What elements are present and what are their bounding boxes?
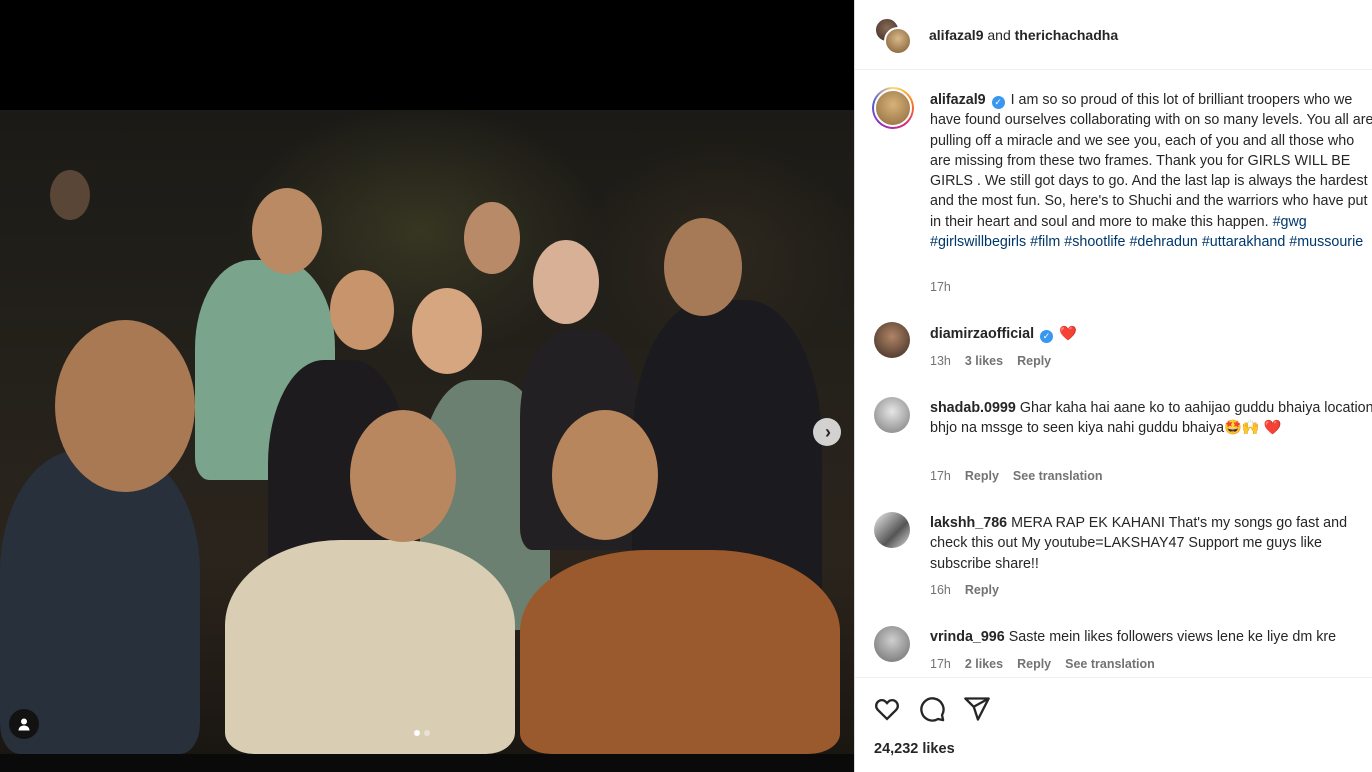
comment-likes[interactable]: 3 likes — [965, 354, 1003, 368]
comment-username[interactable]: lakshh_786 — [930, 515, 1007, 531]
reply-button[interactable]: Reply — [965, 583, 999, 597]
comment-username[interactable]: shadab.0999 — [930, 400, 1016, 416]
comment-meta: 17h Reply See translation — [930, 469, 1103, 483]
photo-person — [0, 450, 200, 754]
comment-text: diamirzaofficial ✓ ❤️ — [930, 324, 1372, 344]
collab-avatars[interactable] — [874, 17, 914, 57]
photo-face — [464, 202, 520, 274]
author-link[interactable]: alifazal9 — [929, 27, 983, 43]
comment-icon[interactable] — [918, 695, 946, 723]
avatar[interactable] — [874, 626, 910, 662]
next-slide-button[interactable]: › — [813, 418, 841, 446]
comment-time[interactable]: 17h — [930, 657, 951, 671]
reply-button[interactable]: Reply — [1017, 657, 1051, 671]
comment-text: vrinda_996 Saste mein likes followers vi… — [930, 627, 1372, 647]
chevron-right-icon: › — [825, 422, 831, 442]
see-translation-button[interactable]: See translation — [1013, 469, 1103, 483]
reply-button[interactable]: Reply — [965, 469, 999, 483]
comment-time[interactable]: 13h — [930, 354, 951, 368]
photo-face — [330, 270, 394, 350]
post-actions — [855, 677, 1372, 772]
photo-face — [552, 410, 658, 540]
photo-face — [664, 218, 742, 316]
author-link[interactable]: therichachadha — [1015, 27, 1118, 43]
comment-meta: 17h 2 likes Reply See translation — [930, 657, 1155, 671]
post-authors: alifazal9 and therichachadha — [929, 27, 1118, 43]
media-letterbox-bottom — [0, 754, 854, 772]
carousel-dot-active — [414, 730, 420, 736]
comment-meta: 13h 3 likes Reply — [930, 354, 1051, 368]
caption-body: I am so so proud of this lot of brillian… — [930, 92, 1372, 230]
post-media: › — [0, 0, 854, 772]
comment-username[interactable]: vrinda_996 — [930, 629, 1005, 645]
share-icon[interactable] — [963, 695, 991, 723]
photo-person — [520, 550, 840, 754]
comment-meta: 16h Reply — [930, 583, 999, 597]
author-joiner: and — [987, 27, 1011, 43]
reply-button[interactable]: Reply — [1017, 354, 1051, 368]
caption-text-block: alifazal9 ✓ I am so so proud of this lot… — [930, 90, 1372, 252]
hashtag[interactable]: #uttarakhand — [1202, 234, 1285, 250]
hashtag[interactable]: #shootlife — [1064, 234, 1125, 250]
photo-face — [533, 240, 599, 324]
hashtag[interactable]: #mussourie — [1289, 234, 1363, 250]
carousel-indicator — [414, 730, 430, 736]
hashtag[interactable]: #dehradun — [1129, 234, 1197, 250]
comment-likes[interactable]: 2 likes — [965, 657, 1003, 671]
comment-time[interactable]: 17h — [930, 469, 951, 483]
tagged-users-button[interactable] — [9, 709, 39, 739]
comment-text: lakshh_786 MERA RAP EK KAHANI That's my … — [930, 513, 1372, 574]
avatar — [884, 27, 912, 55]
comment-text: shadab.0999 Ghar kaha hai aane ko to aah… — [930, 398, 1372, 439]
heart-icon[interactable] — [873, 695, 901, 723]
hashtag[interactable]: #gwg — [1273, 214, 1307, 230]
avatar[interactable] — [874, 397, 910, 433]
comment-username[interactable]: diamirzaofficial — [930, 326, 1034, 342]
photo-face — [252, 188, 322, 274]
hashtag[interactable]: #film — [1030, 234, 1060, 250]
comment-time[interactable]: 16h — [930, 583, 951, 597]
avatar[interactable] — [872, 87, 914, 129]
comment-body: Saste mein likes followers views lene ke… — [1008, 629, 1337, 645]
photo-person — [225, 540, 515, 754]
post-side-panel: alifazal9 and therichachadha alifazal9 ✓… — [854, 0, 1372, 772]
carousel-dot — [424, 730, 430, 736]
photo-face — [50, 170, 90, 220]
hashtag[interactable]: #girlswillbegirls — [930, 234, 1026, 250]
avatar[interactable] — [874, 512, 910, 548]
media-letterbox-top — [0, 0, 854, 110]
avatar[interactable] — [874, 322, 910, 358]
comment-body: ❤️ — [1059, 326, 1077, 342]
photo-face — [412, 288, 482, 374]
caption-timestamp[interactable]: 17h — [930, 280, 951, 294]
post-header: alifazal9 and therichachadha — [855, 0, 1372, 70]
user-tag-icon — [18, 718, 30, 731]
verified-badge-icon: ✓ — [991, 96, 1005, 109]
photo-face — [55, 320, 195, 492]
verified-badge-icon: ✓ — [1040, 330, 1054, 343]
caption-username[interactable]: alifazal9 — [930, 92, 986, 108]
photo-face — [350, 410, 456, 542]
group-photo — [0, 110, 854, 754]
see-translation-button[interactable]: See translation — [1065, 657, 1155, 671]
like-count[interactable]: 24,232 likes — [874, 741, 955, 757]
